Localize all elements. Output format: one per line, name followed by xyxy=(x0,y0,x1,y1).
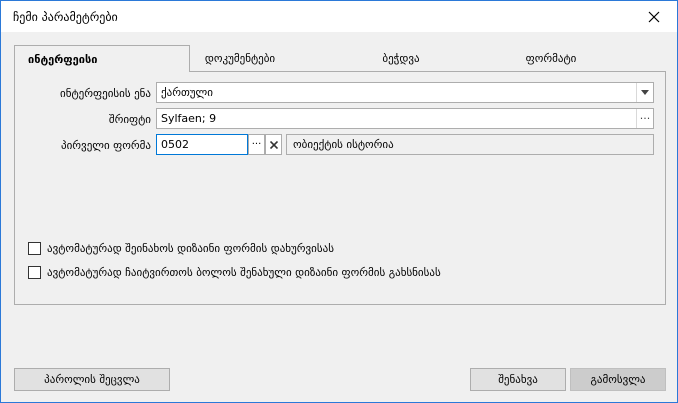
auto-load-design-checkbox[interactable]: ავტომატურად ჩაიტვირთოს ბოლოს შენახული დი… xyxy=(28,266,441,279)
tab-interface[interactable]: ინტერფეისი xyxy=(14,45,190,72)
language-select[interactable]: ქართული xyxy=(156,82,654,103)
font-browse-button[interactable]: ··· xyxy=(636,109,653,128)
close-window-button[interactable] xyxy=(631,1,677,32)
language-value: ქართული xyxy=(161,86,213,99)
first-form-value: 0502 xyxy=(161,138,189,151)
first-form-browse-button[interactable]: ··· xyxy=(248,134,265,155)
checkbox-box[interactable] xyxy=(28,242,41,255)
close-icon xyxy=(648,11,660,22)
first-form-description: ობიექტის ისტორია xyxy=(286,134,654,155)
title-bar: ჩემი პარამეტრები xyxy=(1,1,677,32)
save-button[interactable]: შენახვა xyxy=(470,368,566,391)
checkbox-label: ავტომატურად ჩაიტვირთოს ბოლოს შენახული დი… xyxy=(47,266,441,279)
tab-format[interactable]: ფორმატი xyxy=(506,46,596,71)
chevron-down-icon xyxy=(641,90,649,95)
change-password-button[interactable]: პაროლის შეცვლა xyxy=(14,368,170,391)
ellipsis-icon: ··· xyxy=(639,112,651,125)
window-title: ჩემი პარამეტრები xyxy=(13,10,118,24)
tab-printing[interactable]: ბეჭდვა xyxy=(361,46,441,71)
language-label: ინტერფეისის ენა xyxy=(60,87,151,100)
font-label: შრიფტი xyxy=(108,113,151,126)
font-value: Sylfaen; 9 xyxy=(161,112,217,125)
exit-button[interactable]: გამოსვლა xyxy=(570,368,666,391)
checkbox-box[interactable] xyxy=(28,266,41,279)
auto-save-design-checkbox[interactable]: ავტომატურად შეინახოს დიზაინი ფორმის დახუ… xyxy=(28,242,334,255)
first-form-input[interactable]: 0502 xyxy=(156,134,248,155)
checkbox-label: ავტომატურად შეინახოს დიზაინი ფორმის დახუ… xyxy=(47,242,334,255)
font-picker[interactable]: Sylfaen; 9 ··· xyxy=(156,108,654,129)
dropdown-button[interactable] xyxy=(636,83,653,102)
settings-dialog: ჩემი პარამეტრები ინტერფეისი დოკუმენტები … xyxy=(0,0,678,403)
first-form-label: პირველი ფორმა xyxy=(61,139,151,152)
ellipsis-icon: ··· xyxy=(251,139,262,150)
tab-documents[interactable]: დოკუმენტები xyxy=(190,46,290,71)
clear-icon xyxy=(269,140,278,149)
first-form-clear-button[interactable] xyxy=(265,134,282,155)
